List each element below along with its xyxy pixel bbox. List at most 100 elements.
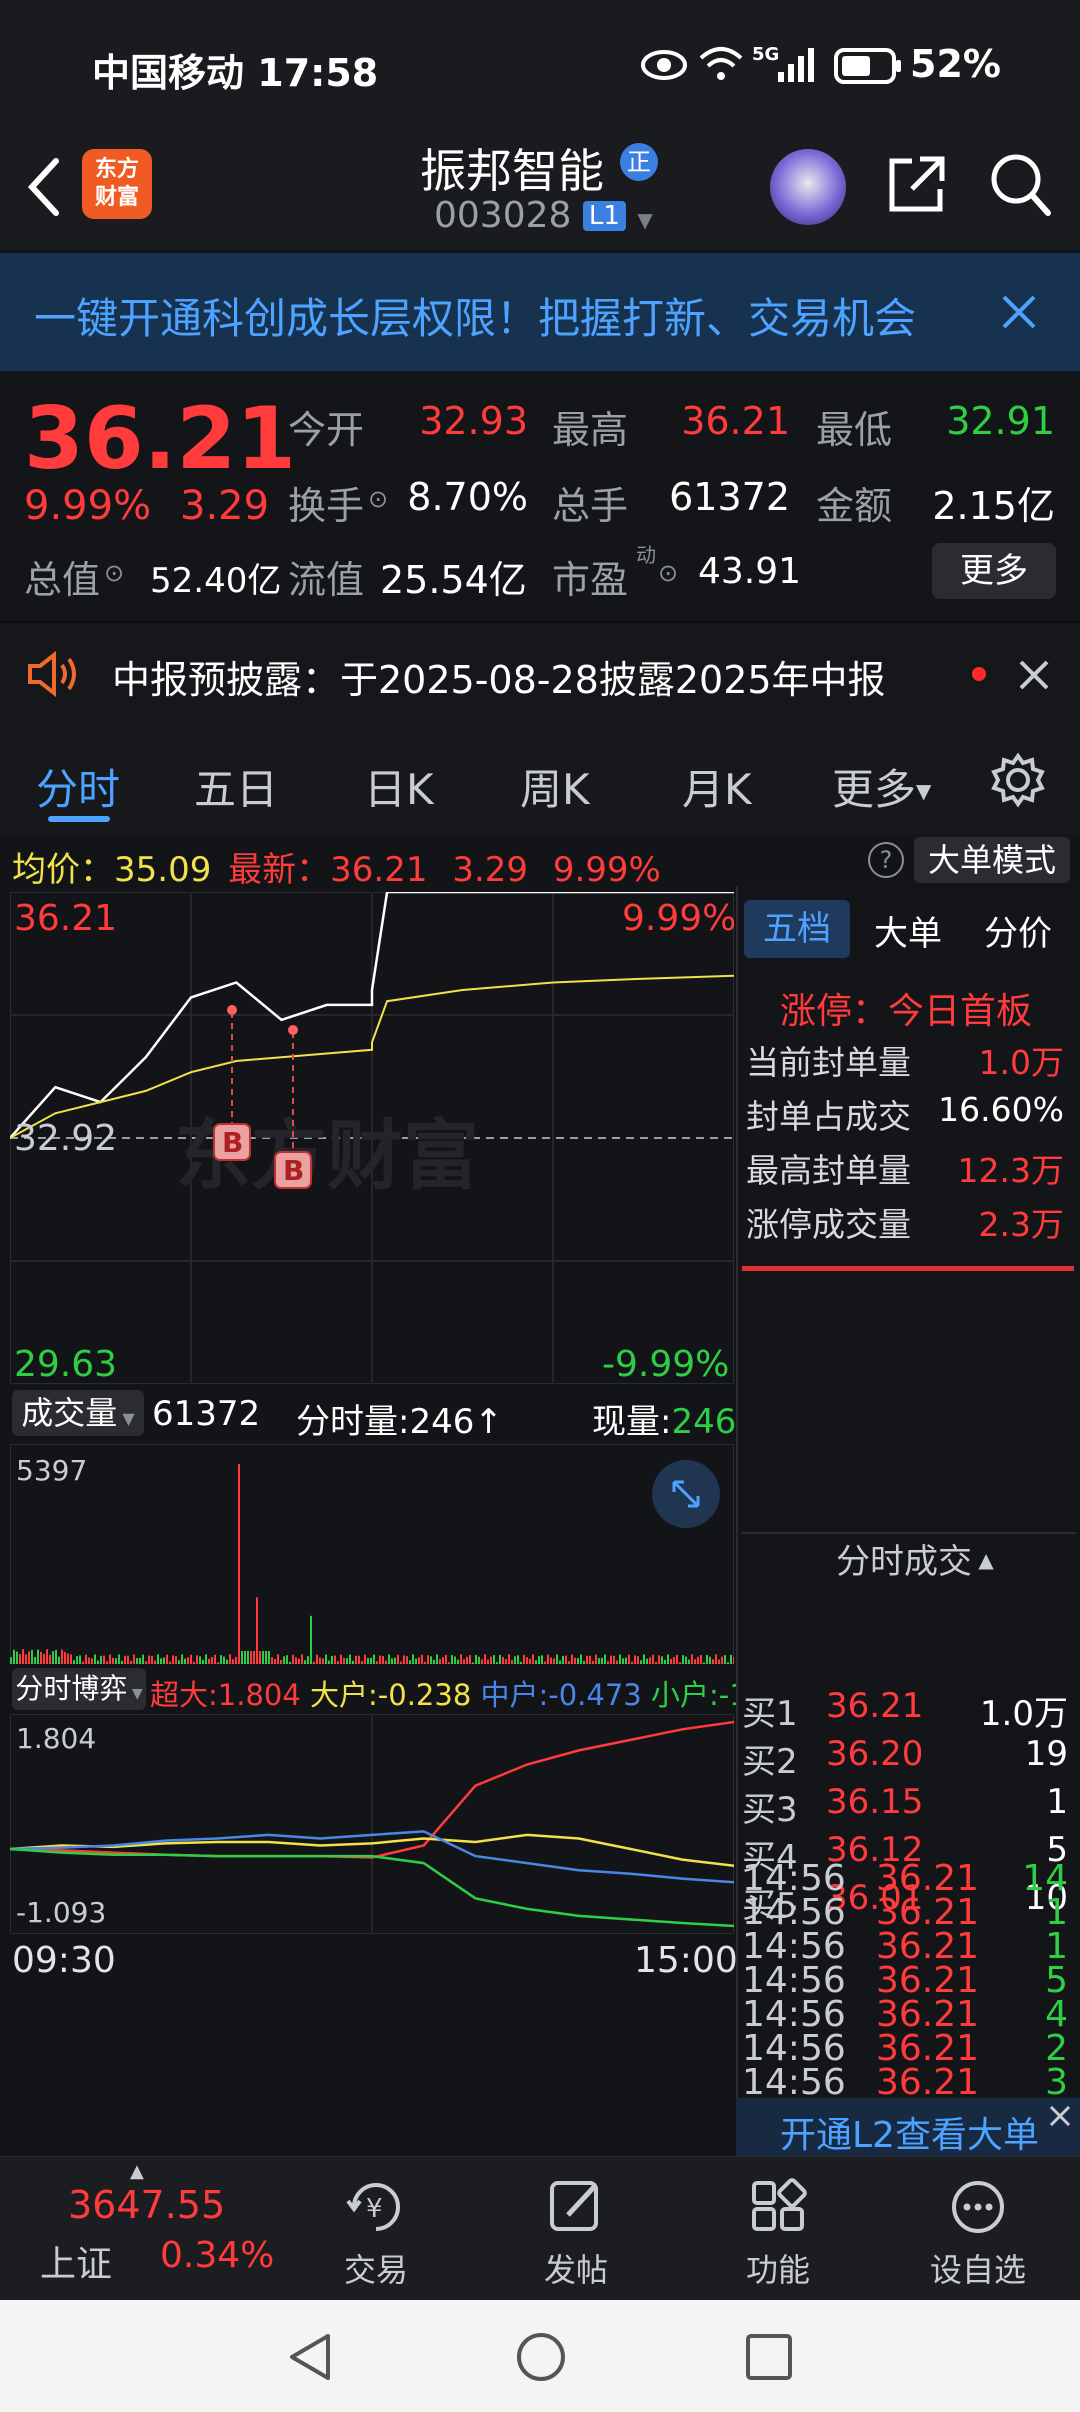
tab-five-level[interactable]: 五档 — [744, 900, 850, 958]
system-back-icon[interactable] — [284, 2330, 336, 2384]
volume-bar — [184, 1658, 186, 1664]
volume-bar — [34, 1656, 36, 1664]
volume-chart[interactable]: 5397 — [10, 1444, 734, 1664]
volume-bar — [592, 1660, 594, 1664]
more-button[interactable]: 更多 — [932, 543, 1056, 599]
float-cap-value: 25.54亿 — [380, 558, 527, 602]
nav-trade[interactable]: ¥ 交易 — [296, 2177, 456, 2291]
help-icon[interactable]: ? — [868, 842, 904, 878]
minute-volume-value: 246↑ — [409, 1402, 503, 1442]
volume-bar — [448, 1662, 450, 1664]
volume-bar — [46, 1649, 48, 1664]
bid-row[interactable]: 买2 36.20 19 — [742, 1734, 1072, 1782]
bid-label: 买1 — [742, 1694, 798, 1734]
trades-title[interactable]: 分时成交 ▲ — [836, 1534, 994, 1583]
volume-bar — [286, 1655, 288, 1664]
tab-intraday[interactable]: 分时 — [36, 756, 120, 817]
settings-gear-icon[interactable] — [990, 752, 1046, 808]
index-value[interactable]: 3647.55 — [68, 2183, 225, 2227]
speaker-icon — [28, 651, 76, 697]
volume-bar — [142, 1654, 144, 1664]
index-name[interactable]: 上证 — [40, 2235, 112, 2287]
stat-row: 涨停成交量 2.3万 — [746, 1198, 1072, 1252]
system-nav-bar — [0, 2300, 1080, 2412]
limit-divider — [742, 1266, 1074, 1271]
volume-bar — [559, 1660, 561, 1664]
big-order-mode-button[interactable]: 大单模式 — [914, 837, 1070, 883]
nav-functions[interactable]: 功能 — [698, 2177, 858, 2291]
volume-bar — [88, 1657, 90, 1664]
nav-watchlist[interactable]: 设自选 — [898, 2177, 1058, 2291]
promo-banner[interactable]: 一键开通科创成长层权限！把握打新、交易机会 — [0, 253, 1080, 371]
bid-label: 买2 — [742, 1742, 798, 1782]
time-start-label: 09:30 — [12, 1940, 116, 1981]
bid-row[interactable]: 买1 36.21 1.0万 — [742, 1686, 1072, 1734]
stat-label: 当前封单量 — [746, 1043, 911, 1082]
info-icon[interactable]: ⊙ — [658, 559, 678, 587]
system-recents-icon[interactable] — [744, 2332, 794, 2382]
index-percent: 0.34% — [160, 2235, 275, 2276]
notice-bar[interactable]: 中报预披露：于2025-08-28披露2025年中报 — [0, 621, 1080, 726]
tab-big-orders[interactable]: 大单 — [874, 906, 942, 955]
game-bottom-label: -1.093 — [16, 1896, 106, 1929]
search-icon[interactable] — [988, 151, 1052, 217]
volume-bar — [733, 1657, 734, 1664]
robot-assistant-icon[interactable] — [770, 149, 846, 225]
stock-code-row[interactable]: 003028 L1 ▼ — [434, 195, 653, 236]
trades-title-label: 分时成交 — [836, 1542, 972, 1582]
volume-bar — [478, 1656, 480, 1664]
volume-bar — [304, 1660, 306, 1664]
volume-bar — [541, 1655, 543, 1664]
volume-bar — [433, 1659, 435, 1664]
caret-down-icon: ▼ — [117, 1409, 135, 1428]
game-legend: 超大:1.804 大户:-0.238 中户:-0.473 小户:-1.093 — [150, 1672, 812, 1714]
l2-upgrade-bar[interactable]: 开通L2查看大单 — [736, 2098, 1080, 2156]
close-icon[interactable] — [1018, 659, 1050, 691]
volume-bar — [217, 1662, 219, 1664]
active-tab-indicator — [48, 816, 110, 822]
share-icon[interactable] — [884, 153, 948, 217]
close-icon[interactable] — [1000, 293, 1038, 331]
l2-upgrade-link[interactable]: 开通L2查看大单 — [780, 2106, 1039, 2158]
game-selector[interactable]: 分时博弈 ▼ — [12, 1668, 146, 1710]
volume-bar — [580, 1654, 582, 1664]
volume-bar — [229, 1654, 231, 1664]
tab-daily-k[interactable]: 日K — [364, 756, 434, 817]
nav-post[interactable]: 发帖 — [496, 2177, 656, 2291]
fund-flow-chart[interactable]: 1.804 -1.093 — [10, 1714, 734, 1934]
volume-bar — [409, 1660, 411, 1664]
info-icon[interactable]: ⊙ — [104, 559, 124, 587]
tab-five-day[interactable]: 五日 — [194, 756, 278, 817]
battery-icon — [834, 48, 901, 84]
bid-row[interactable]: 买3 36.15 1 — [742, 1782, 1072, 1830]
system-home-icon[interactable] — [514, 2330, 568, 2384]
volume-bar — [331, 1655, 333, 1664]
tab-weekly-k[interactable]: 周K — [520, 756, 590, 817]
tab-price-distribution[interactable]: 分价 — [984, 906, 1052, 955]
app-logo[interactable]: 东方 财富 — [82, 149, 152, 219]
close-icon[interactable] — [1048, 2104, 1072, 2128]
volume-bar — [394, 1657, 396, 1664]
volume-bar — [280, 1659, 282, 1664]
back-icon[interactable] — [24, 155, 64, 219]
volume-bar — [292, 1654, 294, 1664]
tab-monthly-k[interactable]: 月K — [682, 756, 752, 817]
volume-selector[interactable]: 成交量 ▼ — [12, 1390, 144, 1436]
volume-bar — [439, 1658, 441, 1664]
tab-more[interactable]: 更多▼ — [832, 756, 931, 817]
promo-banner-text[interactable]: 一键开通科创成长层权限！把握打新、交易机会 — [34, 285, 916, 346]
volume-bar — [67, 1653, 69, 1664]
volume-bar — [328, 1660, 330, 1664]
notice-text[interactable]: 中报预披露：于2025-08-28披露2025年中报 — [112, 649, 886, 704]
volume-bar — [295, 1657, 297, 1664]
volume-bar — [373, 1654, 375, 1664]
expand-button[interactable] — [652, 1460, 720, 1528]
volume-bar — [325, 1654, 327, 1664]
volume-bar — [694, 1659, 696, 1664]
stat-label: 最高封单量 — [746, 1151, 911, 1190]
carrier-name: 中国移动 — [92, 51, 245, 95]
legend-medium: 中户:-0.473 — [480, 1678, 642, 1712]
price-chart[interactable]: 东方财富 B B 36.21 9.99% 32.92 29.63 -9.99% — [10, 892, 734, 1384]
pe-value: 43.91 — [698, 551, 802, 592]
buy-marker-label: B — [222, 1126, 243, 1159]
